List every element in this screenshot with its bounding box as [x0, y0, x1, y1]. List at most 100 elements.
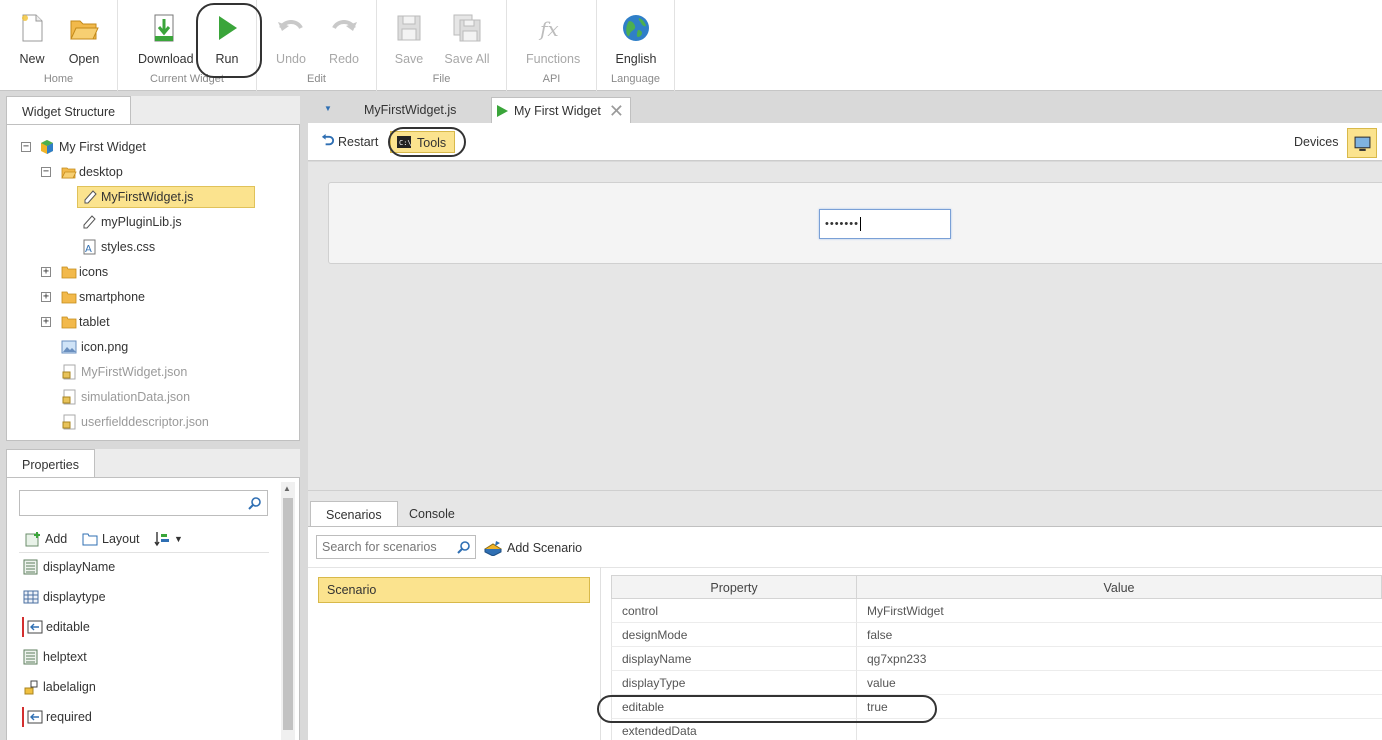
globe-icon: [623, 15, 649, 41]
tree-item-smartphone[interactable]: + smartphone: [7, 286, 287, 308]
tree-item-desktop[interactable]: − desktop: [7, 161, 287, 183]
add-label: Add: [45, 532, 68, 546]
tree-item-icons[interactable]: + icons: [7, 261, 287, 283]
open-button[interactable]: Open: [58, 8, 110, 68]
widget-container: •••••••: [328, 182, 1382, 264]
table-row[interactable]: displayType value: [611, 671, 1382, 695]
tree-item-label: desktop: [79, 165, 123, 179]
scenario-list-item[interactable]: Scenario: [318, 577, 590, 603]
add-scenario-icon: [484, 541, 502, 556]
download-button[interactable]: Download: [138, 8, 194, 68]
text-property-icon: [23, 649, 38, 665]
widget-cube-icon: [41, 140, 53, 154]
tree-item-label: My First Widget: [59, 140, 146, 154]
tree-item-mypluginlib-js[interactable]: myPluginLib.js: [7, 211, 287, 233]
password-value: •••••••: [825, 218, 859, 230]
search-icon[interactable]: [248, 496, 262, 510]
collapse-toggle[interactable]: −: [41, 167, 51, 177]
save-all-button[interactable]: Save All: [441, 8, 493, 68]
scroll-up-arrow-icon[interactable]: ▲: [283, 484, 291, 493]
close-icon[interactable]: ✕: [609, 98, 624, 124]
tree-item-userfielddescriptor-json[interactable]: userfielddescriptor.json: [7, 411, 287, 433]
tools-highlight-circle: [388, 127, 466, 157]
tree-item-simulationdata-json[interactable]: simulationData.json: [7, 386, 287, 408]
device-toggle-button[interactable]: [1347, 128, 1377, 158]
tree-item-myfirstwidget-json[interactable]: MyFirstWidget.json: [7, 361, 287, 383]
tab-properties[interactable]: Properties: [6, 449, 95, 478]
english-button[interactable]: English: [610, 8, 662, 68]
layout-button[interactable]: Layout: [82, 528, 142, 550]
tab-my-first-widget[interactable]: My First Widget ✕: [491, 97, 631, 123]
property-label: required: [46, 710, 92, 724]
tab-label: My First Widget: [514, 104, 601, 118]
expand-toggle[interactable]: +: [41, 267, 51, 277]
tab-console[interactable]: Console: [394, 501, 470, 527]
property-cell: control: [611, 599, 857, 623]
column-header-value[interactable]: Value: [856, 575, 1382, 599]
sort-dropdown-button[interactable]: ▼: [154, 528, 186, 550]
value-cell[interactable]: [857, 719, 1382, 740]
functions-label: Functions: [526, 52, 581, 66]
widget-preview-area: •••••••: [308, 162, 1382, 490]
value-cell[interactable]: MyFirstWidget: [857, 599, 1382, 623]
value-cell[interactable]: qg7xpn233: [857, 647, 1382, 671]
functions-icon: fx: [538, 17, 559, 41]
add-icon: [25, 532, 40, 547]
tree-item-label: MyFirstWidget.json: [81, 365, 188, 379]
tree-item-myfirstwidget-js[interactable]: MyFirstWidget.js: [77, 186, 255, 208]
save-label: Save: [394, 52, 424, 66]
undo-icon: [278, 20, 303, 31]
search-icon[interactable]: [457, 540, 471, 554]
table-row[interactable]: displayName qg7xpn233: [611, 647, 1382, 671]
add-scenario-button[interactable]: Add Scenario: [484, 537, 582, 559]
property-cell: displayName: [611, 647, 857, 671]
property-label: editable: [46, 620, 90, 634]
save-all-icon: [453, 14, 481, 42]
value-cell[interactable]: false: [857, 623, 1382, 647]
property-cell: displayType: [611, 671, 857, 695]
password-field[interactable]: •••••••: [819, 209, 951, 239]
editor-tabbar: ▼ MyFirstWidget.js My First Widget ✕: [308, 97, 1382, 123]
tree-item-styles-css[interactable]: A styles.css: [7, 236, 287, 258]
functions-button[interactable]: fx Functions: [526, 8, 581, 68]
redo-button[interactable]: Redo: [318, 8, 370, 68]
table-row[interactable]: control MyFirstWidget: [611, 599, 1382, 623]
tree-item-label: tablet: [79, 315, 110, 329]
expand-toggle[interactable]: +: [41, 292, 51, 302]
tab-scenarios[interactable]: Scenarios: [310, 501, 398, 528]
devices-label[interactable]: Devices: [1294, 131, 1338, 153]
ribbon-group-home: New Open Home: [0, 0, 118, 91]
text-property-icon: [23, 559, 38, 575]
tab-myfirstwidget-js[interactable]: MyFirstWidget.js: [354, 97, 466, 123]
image-file-icon: [61, 340, 77, 354]
column-header-property[interactable]: Property: [611, 575, 857, 599]
folder-icon: [61, 266, 77, 279]
new-button[interactable]: New: [6, 8, 58, 68]
layout-label: Layout: [102, 532, 140, 546]
collapse-toggle[interactable]: −: [21, 142, 31, 152]
css-file-icon: A: [83, 239, 96, 255]
restart-button[interactable]: Restart: [320, 131, 378, 153]
group-label-edit: Edit: [307, 73, 326, 85]
ribbon-group-api: fx Functions API: [507, 0, 597, 91]
properties-scrollbar[interactable]: ▲: [281, 482, 295, 740]
english-label: English: [615, 52, 657, 66]
folder-icon: [61, 291, 77, 304]
table-row[interactable]: designMode false: [611, 623, 1382, 647]
scrollbar-thumb[interactable]: [283, 498, 293, 730]
expand-toggle[interactable]: +: [41, 317, 51, 327]
divider: [19, 552, 269, 553]
tab-widget-structure[interactable]: Widget Structure: [6, 96, 132, 125]
ribbon-group-language: English Language: [597, 0, 675, 91]
scenario-search-input[interactable]: Search for scenarios: [316, 535, 476, 559]
tree-item-my-first-widget[interactable]: − My First Widget: [7, 136, 287, 158]
tree-item-tablet[interactable]: + tablet: [7, 311, 287, 333]
save-button[interactable]: Save: [383, 8, 435, 68]
tree-item-icon-png[interactable]: icon.png: [7, 336, 287, 358]
value-cell[interactable]: value: [857, 671, 1382, 695]
properties-search-input[interactable]: [19, 490, 268, 516]
tab-list-chevron-icon[interactable]: ▼: [324, 104, 332, 113]
run-toolbar: Restart C:\ Tools Devices: [308, 123, 1382, 161]
grid-property-icon: [23, 590, 39, 604]
undo-button[interactable]: Undo: [265, 8, 317, 68]
